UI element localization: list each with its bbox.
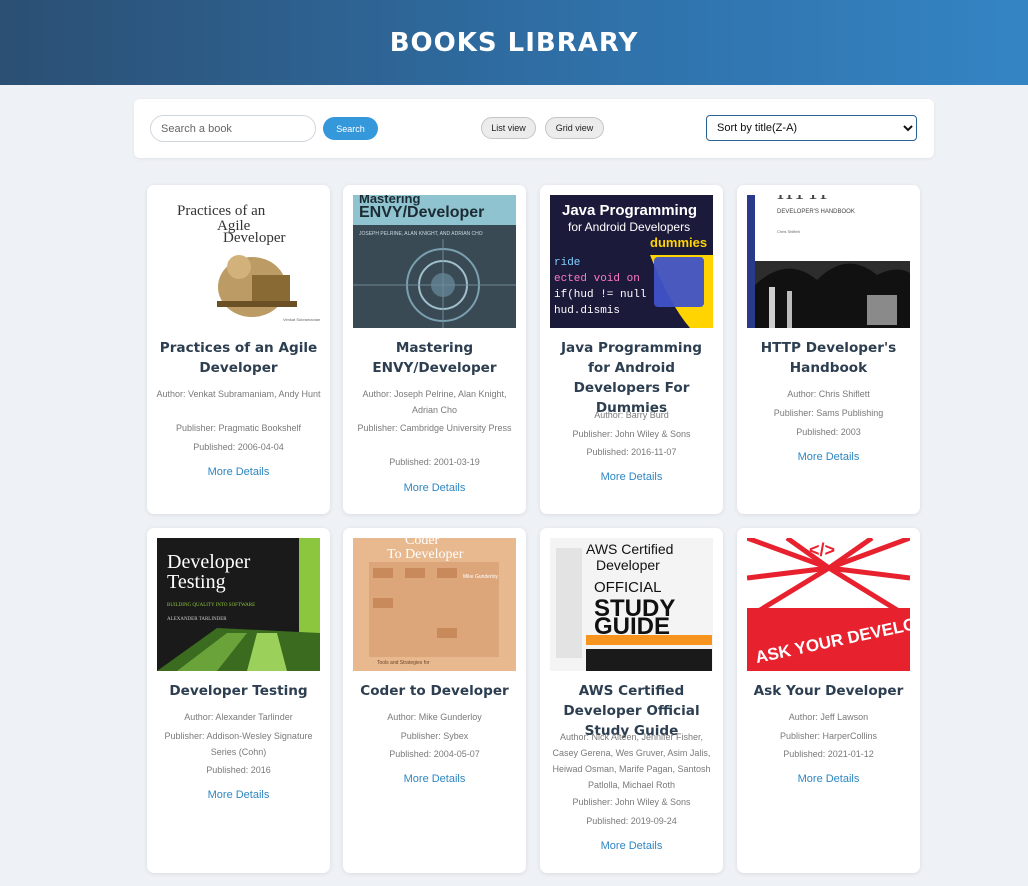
book-title: Mastering ENVY/Developer xyxy=(372,340,497,376)
controls-bar: Search List view Grid view Sort by title… xyxy=(134,99,934,158)
page-header: BOOKS LIBRARY xyxy=(0,0,1028,85)
book-cover-art: Practices of an Agile Developer Venkat S… xyxy=(157,195,320,328)
book-cover-art: HTTP DEVELOPER'S HANDBOOK Chris Shiflett xyxy=(747,195,910,328)
book-publisher: Publisher: Cambridge University Press xyxy=(357,423,512,433)
book-title: Coder to Developer xyxy=(360,683,509,699)
envy-developer-cover[interactable]: Mastering ENVY/Developer JOSEPH PELRINE,… xyxy=(353,195,516,328)
search-input[interactable] xyxy=(150,115,316,142)
book-card: HTTP DEVELOPER'S HANDBOOK Chris Shiflett… xyxy=(737,185,920,514)
book-author: Author: Venkat Subramaniam, Andy Hunt xyxy=(156,389,321,399)
page-title: BOOKS LIBRARY xyxy=(389,27,639,58)
book-published: Published: 2016-11-07 xyxy=(586,447,677,457)
book-cover-art: Java Programming for Android Developers … xyxy=(550,195,713,328)
book-publisher: Publisher: HarperCollins xyxy=(779,731,878,741)
grid-view-button[interactable]: Grid view xyxy=(545,117,604,139)
book-card: Developer Testing BUILDING QUALITY INTO … xyxy=(147,528,330,873)
cover-line: Developer xyxy=(167,551,251,573)
book-published: Published: 2003 xyxy=(796,427,861,437)
cover-line: if(hud != null xyxy=(554,289,646,301)
book-card: Mastering ENVY/Developer JOSEPH PELRINE,… xyxy=(343,185,526,514)
search-button[interactable]: Search xyxy=(323,117,378,140)
book-published: Published: 2006-04-04 xyxy=(193,442,284,452)
aws-study-guide-cover[interactable]: AWS Certified Developer OFFICIAL STUDY G… xyxy=(550,538,713,671)
cover-line: Testing xyxy=(167,571,226,593)
cover-line: BUILDING QUALITY INTO SOFTWARE xyxy=(167,603,255,608)
cover-line: ALEXANDER TARLINDER xyxy=(167,617,227,622)
book-cover-art: Coder To Developer Mike Gunderloy Tools … xyxy=(353,538,516,671)
cover-line: HTTP xyxy=(777,195,832,204)
agile-developer-cover[interactable]: Practices of an Agile Developer Venkat S… xyxy=(157,195,320,328)
cover-line: hud.dismis xyxy=(554,305,620,317)
cover-line: for Android Developers xyxy=(568,220,690,234)
book-publisher: Publisher: John Wiley & Sons xyxy=(572,797,691,807)
book-author: Author: Jeff Lawson xyxy=(788,712,869,722)
book-title: Practices of an Agile Developer xyxy=(159,340,318,376)
cover-line: Developer xyxy=(596,557,660,573)
book-published: Published: 2016 xyxy=(206,765,271,775)
svg-text:Venkat Subramaniam: Venkat Subramaniam xyxy=(283,317,320,322)
sort-select[interactable]: Sort by title(Z-A) xyxy=(706,115,917,141)
http-handbook-cover[interactable]: HTTP DEVELOPER'S HANDBOOK Chris Shiflett xyxy=(747,195,910,328)
cover-line: Java Programming xyxy=(562,202,697,219)
book-cover-art: </> ASK YOUR DEVELOPER xyxy=(747,538,910,671)
book-card: </> ASK YOUR DEVELOPER Ask Your Develope… xyxy=(737,528,920,873)
more-details-link[interactable]: More Details xyxy=(540,840,723,852)
cover-line: To Developer xyxy=(387,547,464,562)
book-publisher: Publisher: Sams Publishing xyxy=(773,408,884,418)
book-publisher: Publisher: Addison-Wesley Signature Seri… xyxy=(164,731,313,757)
cover-line: Developer xyxy=(223,230,285,246)
book-publisher: Publisher: Pragmatic Bookshelf xyxy=(175,423,302,433)
book-cover-art: Mastering ENVY/Developer JOSEPH PELRINE,… xyxy=(353,195,516,328)
book-author: Author: Chris Shiflett xyxy=(787,389,870,399)
book-title: Java Programming for Android Developers … xyxy=(560,340,702,416)
book-published: Published: 2004-05-07 xyxy=(389,749,480,759)
cover-line: Mike Gunderloy xyxy=(463,574,499,580)
book-author: Author: Joseph Pelrine, Alan Knight, Adr… xyxy=(362,389,507,415)
java-dummies-cover[interactable]: Java Programming for Android Developers … xyxy=(550,195,713,328)
cover-line: JOSEPH PELRINE, ALAN KNIGHT, AND ADRIAN … xyxy=(359,231,483,237)
book-cover-art: Developer Testing BUILDING QUALITY INTO … xyxy=(157,538,320,671)
more-details-link[interactable]: More Details xyxy=(540,471,723,483)
more-details-link[interactable]: More Details xyxy=(147,466,330,478)
more-details-link[interactable]: More Details xyxy=(737,451,920,463)
cover-line: dummies xyxy=(650,235,707,250)
book-author: Author: Nick Alteen, Jennifer Fisher, Ca… xyxy=(552,732,711,790)
book-published: Published: 2021-01-12 xyxy=(783,749,874,759)
book-cover-art: AWS Certified Developer OFFICIAL STUDY G… xyxy=(550,538,713,671)
book-published: Published: 2019-09-24 xyxy=(586,816,677,826)
developer-testing-cover[interactable]: Developer Testing BUILDING QUALITY INTO … xyxy=(157,538,320,671)
cover-line: Tools and Strategies for xyxy=(377,660,430,666)
cover-line: OFFICIAL xyxy=(594,579,662,596)
more-details-link[interactable]: More Details xyxy=(737,773,920,785)
book-author: Author: Mike Gunderloy xyxy=(387,712,482,722)
coder-to-developer-cover[interactable]: Coder To Developer Mike Gunderloy Tools … xyxy=(353,538,516,671)
cover-line: Practices of an xyxy=(177,203,266,219)
more-details-link[interactable]: More Details xyxy=(343,482,526,494)
book-title: Ask Your Developer xyxy=(753,683,904,699)
book-publisher: Publisher: Sybex xyxy=(400,731,469,741)
more-details-link[interactable]: More Details xyxy=(343,773,526,785)
cover-line: ected void on xyxy=(554,273,640,285)
book-published: Published: 2001-03-19 xyxy=(389,457,480,467)
book-card: Coder To Developer Mike Gunderloy Tools … xyxy=(343,528,526,873)
book-publisher: Publisher: John Wiley & Sons xyxy=(572,429,691,439)
ask-your-developer-cover[interactable]: </> ASK YOUR DEVELOPER xyxy=(747,538,910,671)
book-author: Author: Barry Burd xyxy=(594,410,669,420)
cover-line: AWS Certified xyxy=(586,541,673,557)
book-title: Developer Testing xyxy=(169,683,308,699)
book-card: AWS Certified Developer OFFICIAL STUDY G… xyxy=(540,528,723,873)
cover-line: ENVY/Developer xyxy=(359,204,484,221)
cover-line: Chris Shiflett xyxy=(777,229,801,234)
cover-line: ride xyxy=(554,257,580,269)
book-card: Java Programming for Android Developers … xyxy=(540,185,723,514)
cover-line: </> xyxy=(809,540,835,560)
more-details-link[interactable]: More Details xyxy=(147,789,330,801)
book-author: Author: Alexander Tarlinder xyxy=(184,712,293,722)
cover-line: DEVELOPER'S HANDBOOK xyxy=(777,209,855,215)
list-view-button[interactable]: List view xyxy=(481,117,536,139)
book-card: Practices of an Agile Developer Venkat S… xyxy=(147,185,330,514)
book-title: HTTP Developer's Handbook xyxy=(760,340,897,376)
